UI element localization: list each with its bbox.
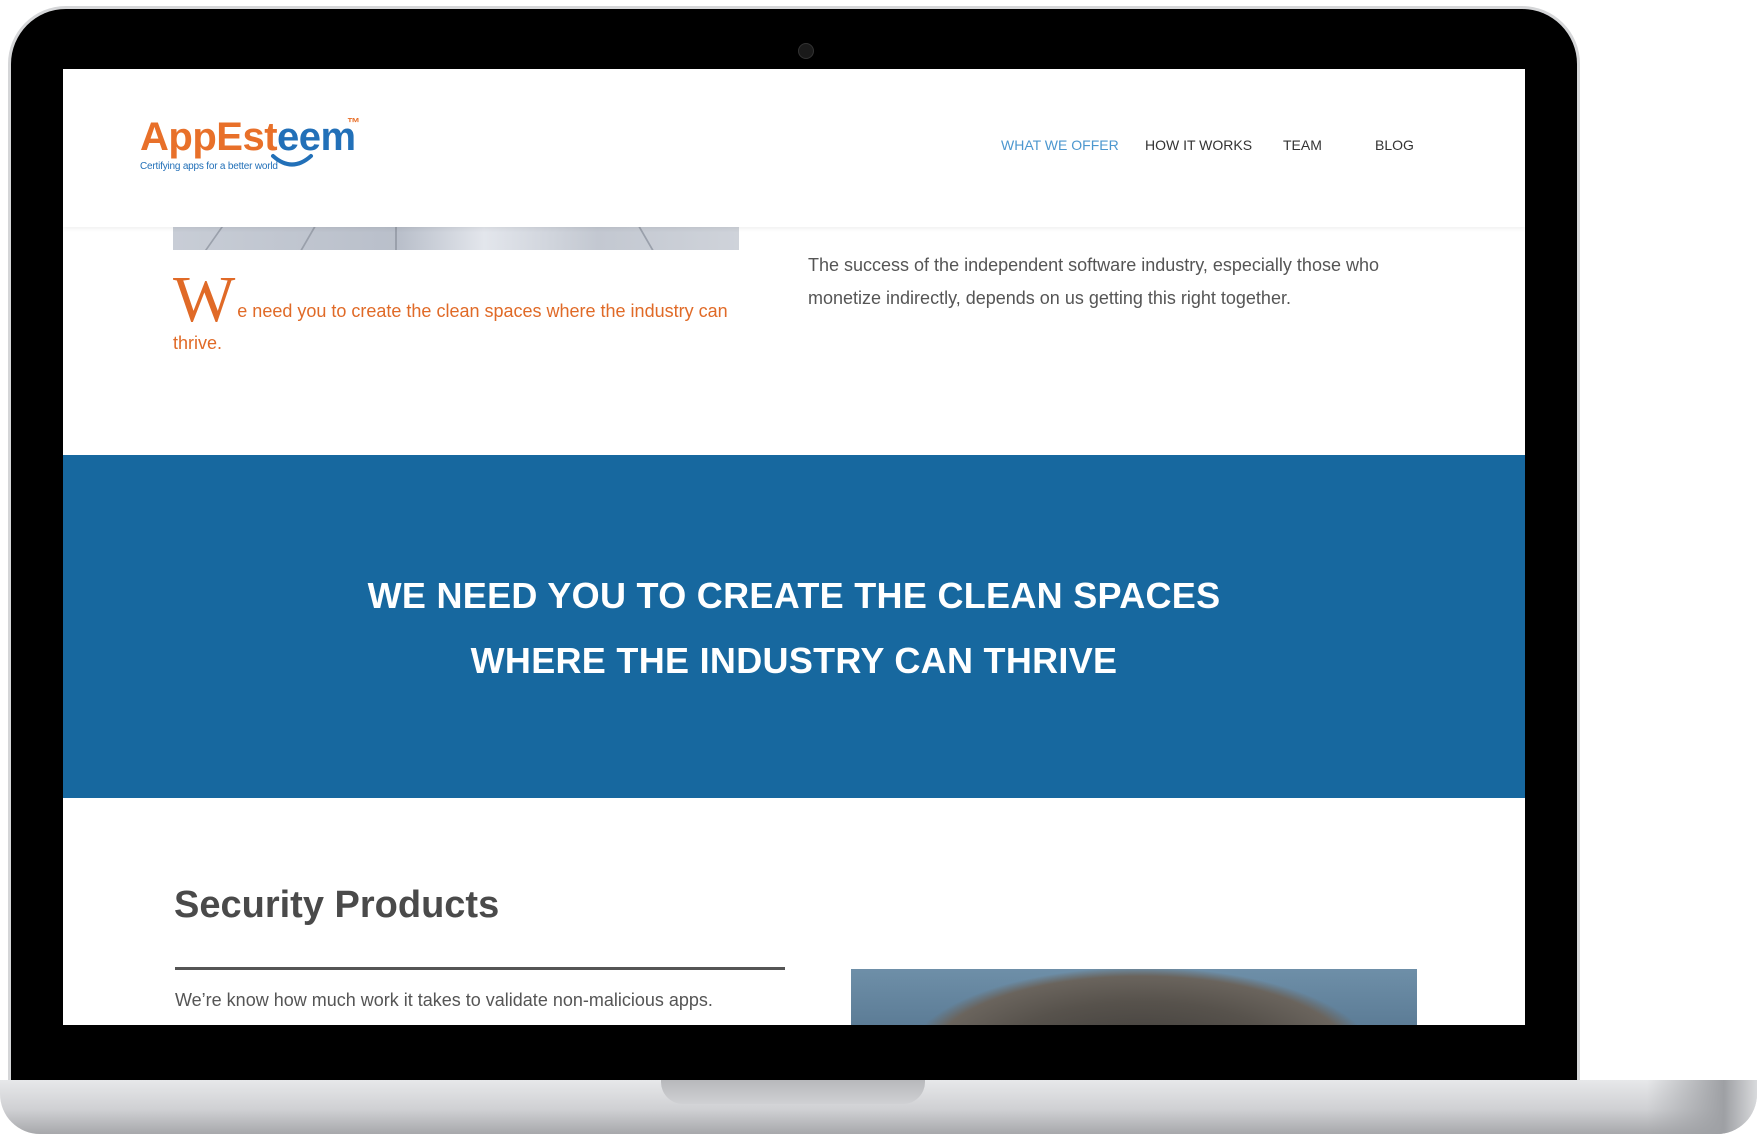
photo-hair-detail [911,969,1371,1025]
banner-headline-line-1: WE NEED YOU TO CREATE THE CLEAN SPACES [367,575,1221,616]
person-photo [851,969,1417,1025]
logo-wordmark: AppEsteem [140,115,356,159]
intro-quote: W e need you to create the clean spaces … [173,263,739,359]
laptop-base-edge [1647,1080,1757,1134]
intro-quote-text: e need you to create the clean spaces wh… [173,301,728,353]
logo-est-text: Est [216,115,278,159]
security-products-text: We’re know how much work it takes to val… [175,990,713,1010]
appesteem-logo[interactable]: AppEsteem ™ Certifying apps for a better… [140,115,380,175]
browser-screen: AppEsteem ™ Certifying apps for a better… [63,69,1525,1025]
logo-app-text: App [140,115,217,159]
logo-tagline: Certifying apps for a better world [140,161,278,172]
nav-item-what-we-offer[interactable]: WHAT WE OFFER [1001,137,1119,153]
hero-image [173,227,739,250]
section-divider [175,967,785,970]
dropcap-letter: W [173,263,236,336]
logo-trademark: ™ [347,115,360,130]
mission-banner: WE NEED YOU TO CREATE THE CLEAN SPACES W… [63,455,1525,798]
nav-item-team[interactable]: TEAM [1283,137,1322,153]
site-header: AppEsteem ™ Certifying apps for a better… [63,69,1525,227]
nav-item-how-it-works[interactable]: HOW IT WORKS [1145,137,1252,153]
security-products-heading: Security Products [174,884,500,926]
intro-paragraph: The success of the independent software … [808,255,1379,308]
laptop-hinge-notch [661,1080,925,1104]
nav-item-blog[interactable]: BLOG [1375,137,1414,153]
camera-icon [798,43,814,59]
banner-headline-line-2: WHERE THE INDUSTRY CAN THRIVE [470,640,1118,681]
hero-image-detail [395,227,397,250]
